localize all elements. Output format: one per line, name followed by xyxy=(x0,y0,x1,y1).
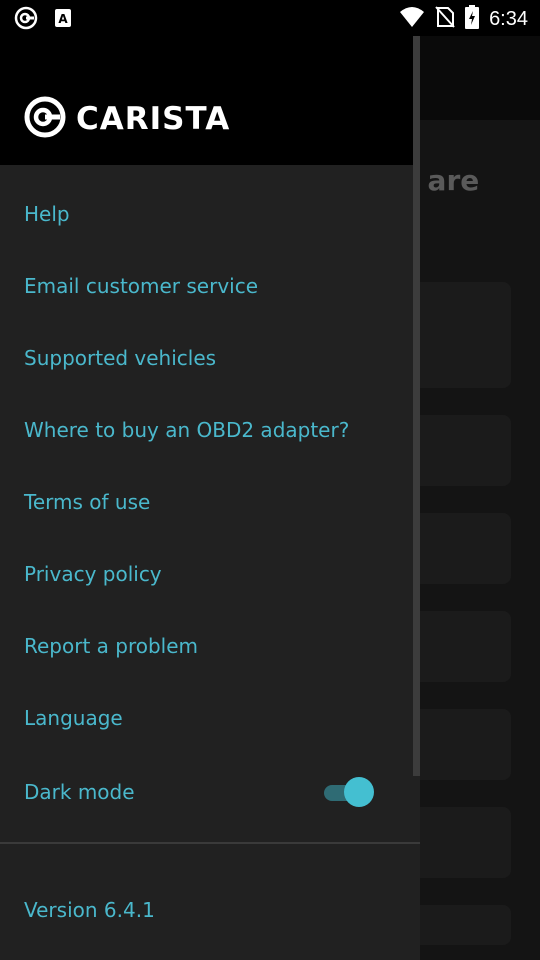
app-version: Version 6.4.1 xyxy=(24,898,155,922)
menu-item-label: Language xyxy=(24,706,123,730)
menu-item-language[interactable]: Language xyxy=(0,682,420,754)
menu-item-supported-vehicles[interactable]: Supported vehicles xyxy=(0,322,420,394)
menu-item-email-customer-service[interactable]: Email customer service xyxy=(0,250,420,322)
menu-item-dark-mode[interactable]: Dark mode xyxy=(0,756,420,828)
wifi-icon xyxy=(399,6,425,32)
toggle-thumb xyxy=(344,777,374,807)
carista-logo: CARISTA xyxy=(24,96,230,142)
menu-item-label: Email customer service xyxy=(24,274,259,298)
drawer-scrollbar[interactable] xyxy=(413,36,420,776)
menu-item-help[interactable]: Help xyxy=(0,178,420,250)
carista-logo-icon xyxy=(24,96,66,142)
battery-charging-icon xyxy=(465,5,480,33)
navigation-drawer: CARISTA Help Email customer service Supp… xyxy=(0,36,420,960)
menu-item-report-problem[interactable]: Report a problem xyxy=(0,610,420,682)
menu-item-label: Terms of use xyxy=(24,490,151,514)
dark-mode-toggle[interactable] xyxy=(324,777,374,807)
drawer-header: CARISTA xyxy=(0,36,420,165)
svg-text:A: A xyxy=(58,12,68,26)
font-a-icon: A xyxy=(54,8,72,32)
status-time: 6:34 xyxy=(489,7,528,30)
carista-notification-icon xyxy=(14,6,38,34)
menu-item-label: Supported vehicles xyxy=(24,346,217,370)
logo-text: CARISTA xyxy=(76,101,231,137)
menu-item-where-to-buy-adapter[interactable]: Where to buy an OBD2 adapter? xyxy=(0,394,420,466)
menu-item-privacy-policy[interactable]: Privacy policy xyxy=(0,538,420,610)
no-sim-icon xyxy=(435,6,455,32)
menu-item-label: Where to buy an OBD2 adapter? xyxy=(24,418,350,442)
menu-item-label: Help xyxy=(24,202,70,226)
dark-mode-label: Dark mode xyxy=(24,780,135,804)
menu-item-label: Report a problem xyxy=(24,634,199,658)
drawer-divider xyxy=(0,842,420,844)
menu-item-label: Privacy policy xyxy=(24,562,162,586)
menu-item-terms-of-use[interactable]: Terms of use xyxy=(0,466,420,538)
status-bar: A 6:34 xyxy=(0,0,540,36)
